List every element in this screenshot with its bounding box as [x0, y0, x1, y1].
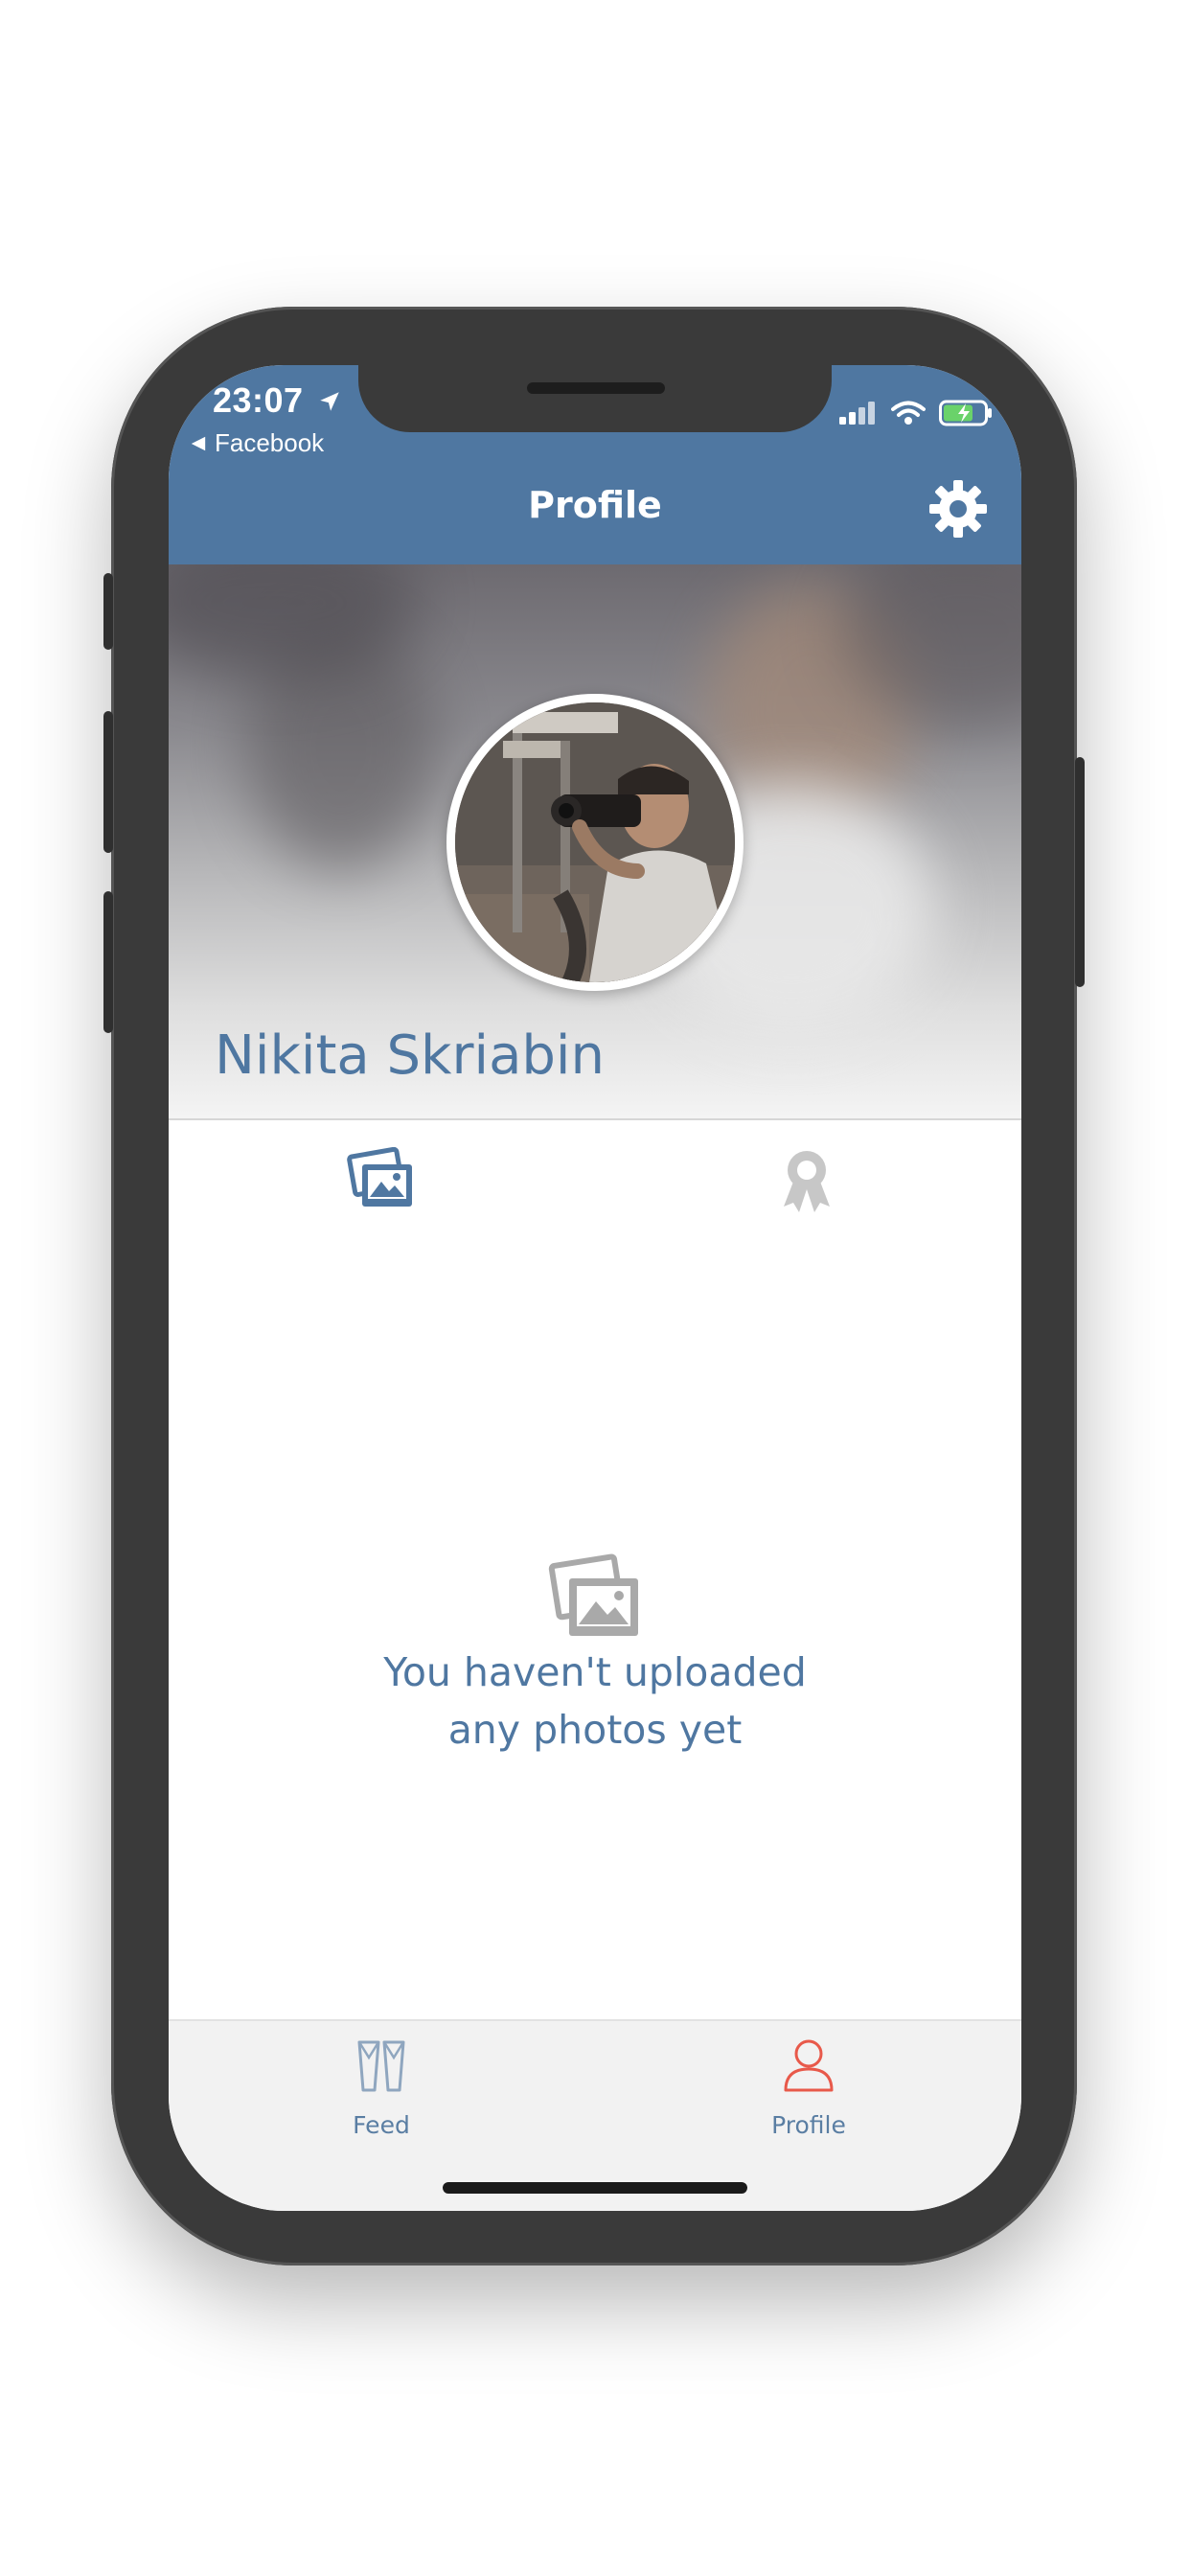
photos-empty-icon: [548, 1553, 638, 1636]
volume-down-button: [103, 891, 113, 1033]
tab-photos[interactable]: [347, 1146, 418, 1214]
cellular-signal-icon: [839, 402, 875, 425]
home-indicator[interactable]: [443, 2182, 747, 2194]
wifi-icon: [891, 401, 926, 425]
volume-up-button: [103, 711, 113, 853]
device-speaker: [527, 382, 665, 394]
tabbar-label-profile: Profile: [771, 2111, 846, 2139]
back-triangle-icon: [191, 436, 206, 450]
device-notch: [358, 365, 832, 432]
status-indicators: [839, 400, 993, 426]
back-to-app-label: Facebook: [215, 428, 325, 457]
settings-button[interactable]: [927, 478, 989, 540]
status-time-text: 23:07: [213, 380, 304, 420]
back-to-app-link[interactable]: Facebook: [190, 428, 324, 458]
location-arrow-icon: [320, 392, 339, 411]
screen: 23:07 Facebook Profile Nikita Skriabin Y…: [169, 365, 1021, 2211]
tabbar-item-feed[interactable]: Feed: [305, 2031, 458, 2139]
tabbar-item-profile[interactable]: Profile: [732, 2031, 885, 2139]
award-ribbon-icon: [784, 1151, 830, 1212]
gear-icon: [929, 480, 987, 538]
avatar[interactable]: [446, 694, 744, 991]
empty-state-message: You haven't uploaded any photos yet: [169, 1644, 1021, 1759]
empty-state-line2: any photos yet: [447, 1707, 743, 1753]
empty-state-line1: You haven't uploaded: [383, 1649, 807, 1695]
feed-icon: [357, 2040, 405, 2092]
empty-photos-icon-wrap: [548, 1553, 644, 1645]
stage: 23:07 Facebook Profile Nikita Skriabin Y…: [0, 0, 1190, 2576]
silent-switch: [103, 573, 113, 650]
status-time: 23:07: [213, 380, 342, 421]
battery-charging-icon: [939, 400, 992, 426]
avatar-photo-image: [455, 702, 735, 982]
tab-awards[interactable]: [778, 1147, 835, 1214]
tabbar-label-feed: Feed: [353, 2111, 410, 2139]
profile-name: Nikita Skriabin: [215, 1024, 605, 1087]
tabs-divider: [169, 1118, 1021, 1120]
person-icon: [784, 2039, 834, 2092]
photos-icon: [347, 1146, 412, 1207]
page-title: Profile: [528, 484, 662, 526]
power-button: [1075, 757, 1085, 987]
